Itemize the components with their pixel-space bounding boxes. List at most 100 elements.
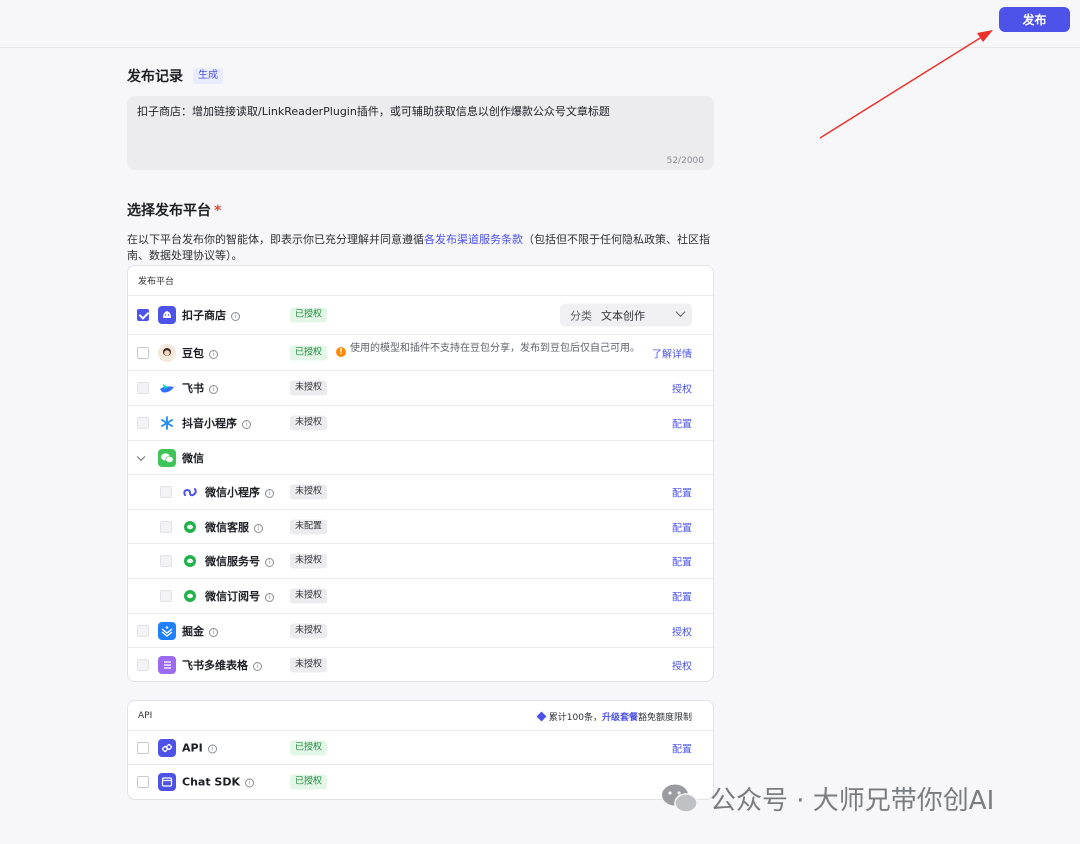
required-mark: * [214,203,222,219]
wechat-service-icon [181,552,199,570]
info-icon: i [207,744,217,753]
wechat-service-checkbox[interactable] [160,555,172,567]
warning-icon: ! [336,347,346,357]
status-badge: 已授权 [290,345,328,360]
wechat-mini-checkbox[interactable] [160,486,172,498]
record-title: 发布记录 [127,69,183,85]
platform-name: API i [182,741,217,754]
generate-button[interactable]: 生成 [193,68,223,84]
api-row[interactable]: API i 已授权 配置 [128,731,713,765]
record-textarea[interactable]: 扣子商店：增加链接读取/LinkReaderPlugin插件，或可辅助获取信息以… [127,96,714,170]
platform-name: 豆包 i [182,345,218,361]
platform-row-coze-store[interactable]: 扣子商店 i 已授权 分类 文本创作 [128,296,713,335]
wechat-sub-checkbox[interactable] [160,590,172,602]
wechat-cs-checkbox[interactable] [160,520,172,533]
platform-name: 抖音小程序 i [182,415,251,431]
info-icon: i [254,523,263,533]
coze-store-icon [158,306,176,324]
platform-name: 飞书多维表格 i [182,657,262,673]
doubao-checkbox[interactable] [137,346,149,359]
chevron-down-icon [675,307,686,317]
platform-row-wechat[interactable]: 微信 [128,441,713,475]
quota-info: 累计100条，升级套餐豁免额度限制 [536,710,692,723]
watermark: 公众号 · 大师兄带你创AI [660,780,994,817]
status-badge: 已授权 [290,740,328,755]
juejin-checkbox[interactable] [137,624,149,637]
info-icon: i [209,385,218,394]
platform-name: 飞书 i [182,380,218,396]
info-icon: i [209,627,218,637]
status-badge: 未授权 [290,415,328,431]
platform-row-feishu[interactable]: 飞书 i 未授权 授权 [128,371,713,406]
category-select[interactable]: 分类 文本创作 [560,303,692,327]
platform-name: 微信订阅号 i [205,588,274,604]
info-icon: i [265,558,274,567]
platform-row-wechat-subscription[interactable]: 微信订阅号 i 未授权 配置 [128,579,713,614]
feishu-table-checkbox[interactable] [137,659,149,671]
status-badge: 已授权 [290,307,328,323]
info-icon: i [209,349,218,359]
sdk-checkbox[interactable] [137,776,149,788]
upgrade-plan-link[interactable]: 升级套餐 [602,713,638,723]
platform-card: 发布平台 扣子商店 i 已授权 分类 文本创作 豆包 i 已授权 ! 使用的模型和插… [127,265,714,682]
feishu-table-icon [158,656,176,674]
wechat-watermark-icon [660,782,700,816]
watermark-text: 公众号 · 大师兄带你创AI [710,786,995,816]
api-checkbox[interactable] [137,741,149,754]
info-icon: i [265,593,274,602]
doubao-icon [158,343,176,362]
status-badge: 未授权 [290,657,328,673]
platform-row-feishu-table[interactable]: 飞书多维表格 i 未授权 授权 [128,648,713,681]
platform-name: 扣子商店 i [182,307,240,323]
configure-link[interactable]: 配置 [672,740,692,755]
category-value: 文本创作 [601,309,645,322]
sdk-row[interactable]: Chat SDK i 已授权 [128,765,713,799]
platform-row-juejin[interactable]: 掘金 i 未授权 授权 [128,614,713,648]
platform-name: 微信 [182,451,204,465]
learn-more-link[interactable]: 了解详情 [652,345,692,360]
configure-link[interactable]: 配置 [672,589,692,604]
configure-link[interactable]: 配置 [672,485,692,500]
configure-link[interactable]: 配置 [672,519,692,534]
chevron-down-icon[interactable] [136,452,146,461]
status-badge: 未配置 [290,519,328,534]
wechat-mini-icon [181,483,199,501]
authorize-link[interactable]: 授权 [672,658,692,673]
publish-button[interactable]: 发布 [999,7,1070,32]
api-icon [158,738,176,757]
platform-row-wechat-service[interactable]: 微信服务号 i 未授权 配置 [128,544,713,579]
platform-name: 微信小程序 i [205,484,274,500]
coze-store-checkbox[interactable] [137,309,149,321]
status-badge: 未授权 [290,623,328,638]
char-count: 52/2000 [666,156,704,166]
platform-name: 掘金 i [182,623,218,639]
authorize-link[interactable]: 授权 [672,381,692,396]
feishu-icon [158,379,176,397]
platform-row-doubao[interactable]: 豆包 i 已授权 ! 使用的模型和插件不支持在豆包分享，发布到豆包后仅自己可用。 … [128,335,713,371]
doubao-warning: 使用的模型和插件不支持在豆包分享，发布到豆包后仅自己可用。 [350,343,640,354]
status-badge: 已授权 [290,774,328,790]
platform-section-title: 选择发布平台 * [127,203,222,219]
douyin-checkbox[interactable] [137,417,149,429]
configure-link[interactable]: 配置 [672,416,692,431]
platform-row-douyin[interactable]: 抖音小程序 i 未授权 配置 [128,406,713,441]
platform-row-wechat-cs[interactable]: 微信客服 i 未配置 配置 [128,510,713,544]
platform-name: 微信客服 i [205,519,263,535]
info-icon: i [253,662,262,671]
feishu-checkbox[interactable] [137,382,149,394]
status-badge: 未授权 [290,553,328,569]
juejin-icon [158,621,176,640]
status-badge: 未授权 [290,588,328,604]
platform-name: 微信服务号 i [205,553,274,569]
configure-link[interactable]: 配置 [672,554,692,569]
wechat-sub-icon [181,587,199,605]
platform-row-wechat-mini[interactable]: 微信小程序 i 未授权 配置 [128,475,713,510]
status-badge: 未授权 [290,380,328,396]
authorize-link[interactable]: 授权 [672,623,692,638]
api-card-header: API 累计100条，升级套餐豁免额度限制 [128,701,713,731]
gem-icon [536,711,547,722]
terms-link[interactable]: 各发布渠道服务条款 [424,233,523,246]
api-card: API 累计100条，升级套餐豁免额度限制 API i 已授权 配置 Chat S… [127,700,714,800]
sdk-icon [158,773,176,791]
platform-name: Chat SDK i [182,776,254,789]
